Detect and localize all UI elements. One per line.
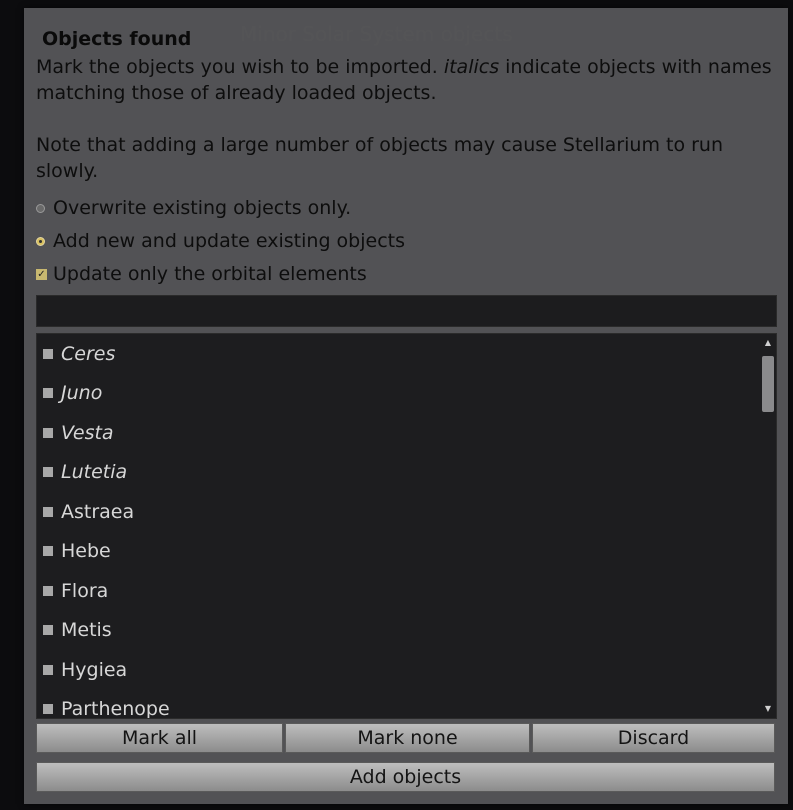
radio-on-icon bbox=[36, 236, 45, 246]
description-paragraph-1: Mark the objects you wish to be imported… bbox=[36, 56, 772, 104]
list-item[interactable]: Flora bbox=[37, 571, 776, 611]
radio-off-icon bbox=[36, 203, 45, 213]
dialog-title: Objects found bbox=[42, 28, 192, 50]
list-items-container: Ceres Juno Vesta Lutetia Astraea Hebe Flora Met… bbox=[37, 334, 776, 719]
unchecked-box-icon[interactable] bbox=[43, 585, 53, 596]
object-name: Astraea bbox=[61, 500, 135, 523]
list-item[interactable]: Ceres bbox=[37, 334, 776, 374]
unchecked-box-icon[interactable] bbox=[43, 664, 53, 675]
unchecked-box-icon[interactable] bbox=[43, 427, 53, 438]
object-name: Vesta bbox=[61, 421, 114, 444]
unchecked-box-icon[interactable] bbox=[43, 388, 53, 399]
object-name: Hygiea bbox=[61, 658, 128, 681]
discard-button[interactable]: Discard bbox=[532, 723, 775, 753]
add-update-radio[interactable]: Add new and update existing objects bbox=[36, 230, 405, 252]
list-item[interactable]: Hygiea bbox=[37, 650, 776, 690]
objects-found-dialog: Objects found Mark the objects you wish … bbox=[24, 8, 788, 804]
list-item[interactable]: Astraea bbox=[37, 492, 776, 532]
unchecked-box-icon[interactable] bbox=[43, 506, 53, 517]
orbital-only-checkbox[interactable]: ✓ Update only the orbital elements bbox=[36, 263, 367, 285]
scroll-up-arrow-icon[interactable]: ▲ bbox=[760, 336, 776, 350]
list-item[interactable]: Juno bbox=[37, 374, 776, 414]
search-input[interactable] bbox=[36, 295, 777, 327]
object-name: Flora bbox=[61, 579, 109, 602]
scroll-down-arrow-icon[interactable]: ▼ bbox=[760, 702, 776, 716]
objects-list[interactable]: Ceres Juno Vesta Lutetia Astraea Hebe Flora Met… bbox=[36, 333, 777, 719]
dialog-description: Mark the objects you wish to be imported… bbox=[36, 54, 780, 184]
orbital-only-label: Update only the orbital elements bbox=[53, 263, 367, 285]
list-item[interactable]: Hebe bbox=[37, 532, 776, 572]
unchecked-box-icon[interactable] bbox=[43, 348, 53, 359]
object-name: Metis bbox=[61, 619, 112, 642]
mark-none-button[interactable]: Mark none bbox=[285, 723, 530, 753]
add-update-label: Add new and update existing objects bbox=[53, 230, 406, 252]
add-objects-button[interactable]: Add objects bbox=[36, 762, 775, 792]
list-item[interactable]: Vesta bbox=[37, 413, 776, 453]
description-paragraph-2: Note that adding a large number of objec… bbox=[36, 134, 724, 182]
unchecked-box-icon[interactable] bbox=[43, 625, 53, 636]
unchecked-box-icon[interactable] bbox=[43, 467, 53, 478]
object-name: Parthenope bbox=[61, 698, 170, 719]
overwrite-label: Overwrite existing objects only. bbox=[53, 197, 352, 219]
list-item[interactable]: Lutetia bbox=[37, 453, 776, 493]
object-name: Lutetia bbox=[61, 461, 128, 484]
object-name: Ceres bbox=[61, 342, 116, 365]
unchecked-box-icon[interactable] bbox=[43, 546, 53, 557]
list-item[interactable]: Parthenope bbox=[37, 690, 776, 719]
overwrite-radio[interactable]: Overwrite existing objects only. bbox=[36, 197, 351, 219]
list-item[interactable]: Metis bbox=[37, 611, 776, 651]
scrollbar[interactable]: ▲ ▼ bbox=[760, 334, 776, 718]
mark-all-button[interactable]: Mark all bbox=[36, 723, 283, 753]
object-name: Juno bbox=[61, 382, 103, 405]
checkmark-icon: ✓ bbox=[36, 268, 47, 280]
unchecked-box-icon[interactable] bbox=[43, 704, 53, 715]
object-name: Hebe bbox=[61, 540, 111, 563]
scroll-thumb[interactable] bbox=[762, 356, 774, 412]
